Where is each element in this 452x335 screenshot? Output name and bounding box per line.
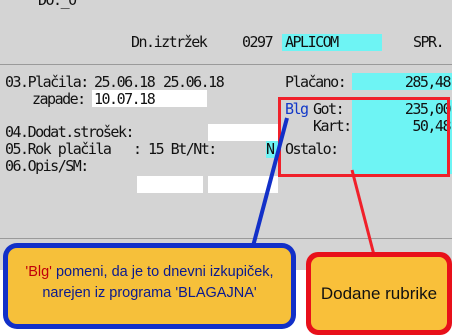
bt-nt-field[interactable]: N [266, 141, 278, 158]
new-fields-callout: Dodane rubrike [306, 252, 452, 335]
placila-label: 03.Plačila: [5, 73, 89, 91]
section-divider [0, 238, 452, 239]
new-fields-text: Dodane rubrike [311, 257, 447, 330]
partner-value: APLICOM [285, 33, 339, 51]
dodat-strosek-field[interactable] [208, 124, 278, 141]
blg-explanation-callout: 'Blg' pomeni, da je to dnevni izkupiček,… [3, 243, 296, 329]
placano-label: Plačano: [285, 73, 347, 91]
placano-field[interactable]: 285,48 [352, 73, 452, 91]
zapade-label: zapade: [32, 90, 86, 108]
doc-number: 0297 [242, 33, 274, 51]
partial-top-text: DO._0 [38, 0, 77, 9]
zapade-date: 10.07.18 [94, 90, 156, 108]
partner-field[interactable]: APLICOM [282, 34, 382, 51]
opis-field[interactable] [137, 176, 203, 193]
blg-highlight: 'Blg' [25, 264, 52, 280]
spr-label: SPR. [413, 33, 445, 51]
doc-label: Dn.iztržek [131, 33, 208, 51]
placila-date-1[interactable]: 25.06.18 [94, 74, 156, 91]
new-fields-highlight [278, 97, 450, 177]
opis-label: 06.Opis/SM: [5, 157, 89, 175]
blg-line-2: narejen iz programa 'BLAGAJNA' [42, 285, 257, 301]
rok-placila-value[interactable]: : 15 Bt/Nt: [133, 141, 217, 158]
blg-explanation-text: 'Blg' pomeni, da je to dnevni izkupiček,… [8, 248, 291, 324]
document-header: DO._0 Dn.iztržek 0297 APLICOM SPR. [0, 0, 452, 65]
zapade-field[interactable]: 10.07.18 [92, 90, 207, 108]
blg-line-1: pomeni, da je to dnevni izkupiček, [51, 264, 274, 280]
placila-date-2[interactable]: 25.06.18 [163, 74, 225, 91]
rok-placila-label: 05.Rok plačila [5, 140, 112, 158]
bt-nt-flag: N [266, 140, 275, 158]
opis-sm-field[interactable] [208, 176, 278, 193]
dodat-strosek-label: 04.Dodat.strošek: [5, 123, 135, 141]
placano-value: 285,48 [404, 73, 452, 91]
